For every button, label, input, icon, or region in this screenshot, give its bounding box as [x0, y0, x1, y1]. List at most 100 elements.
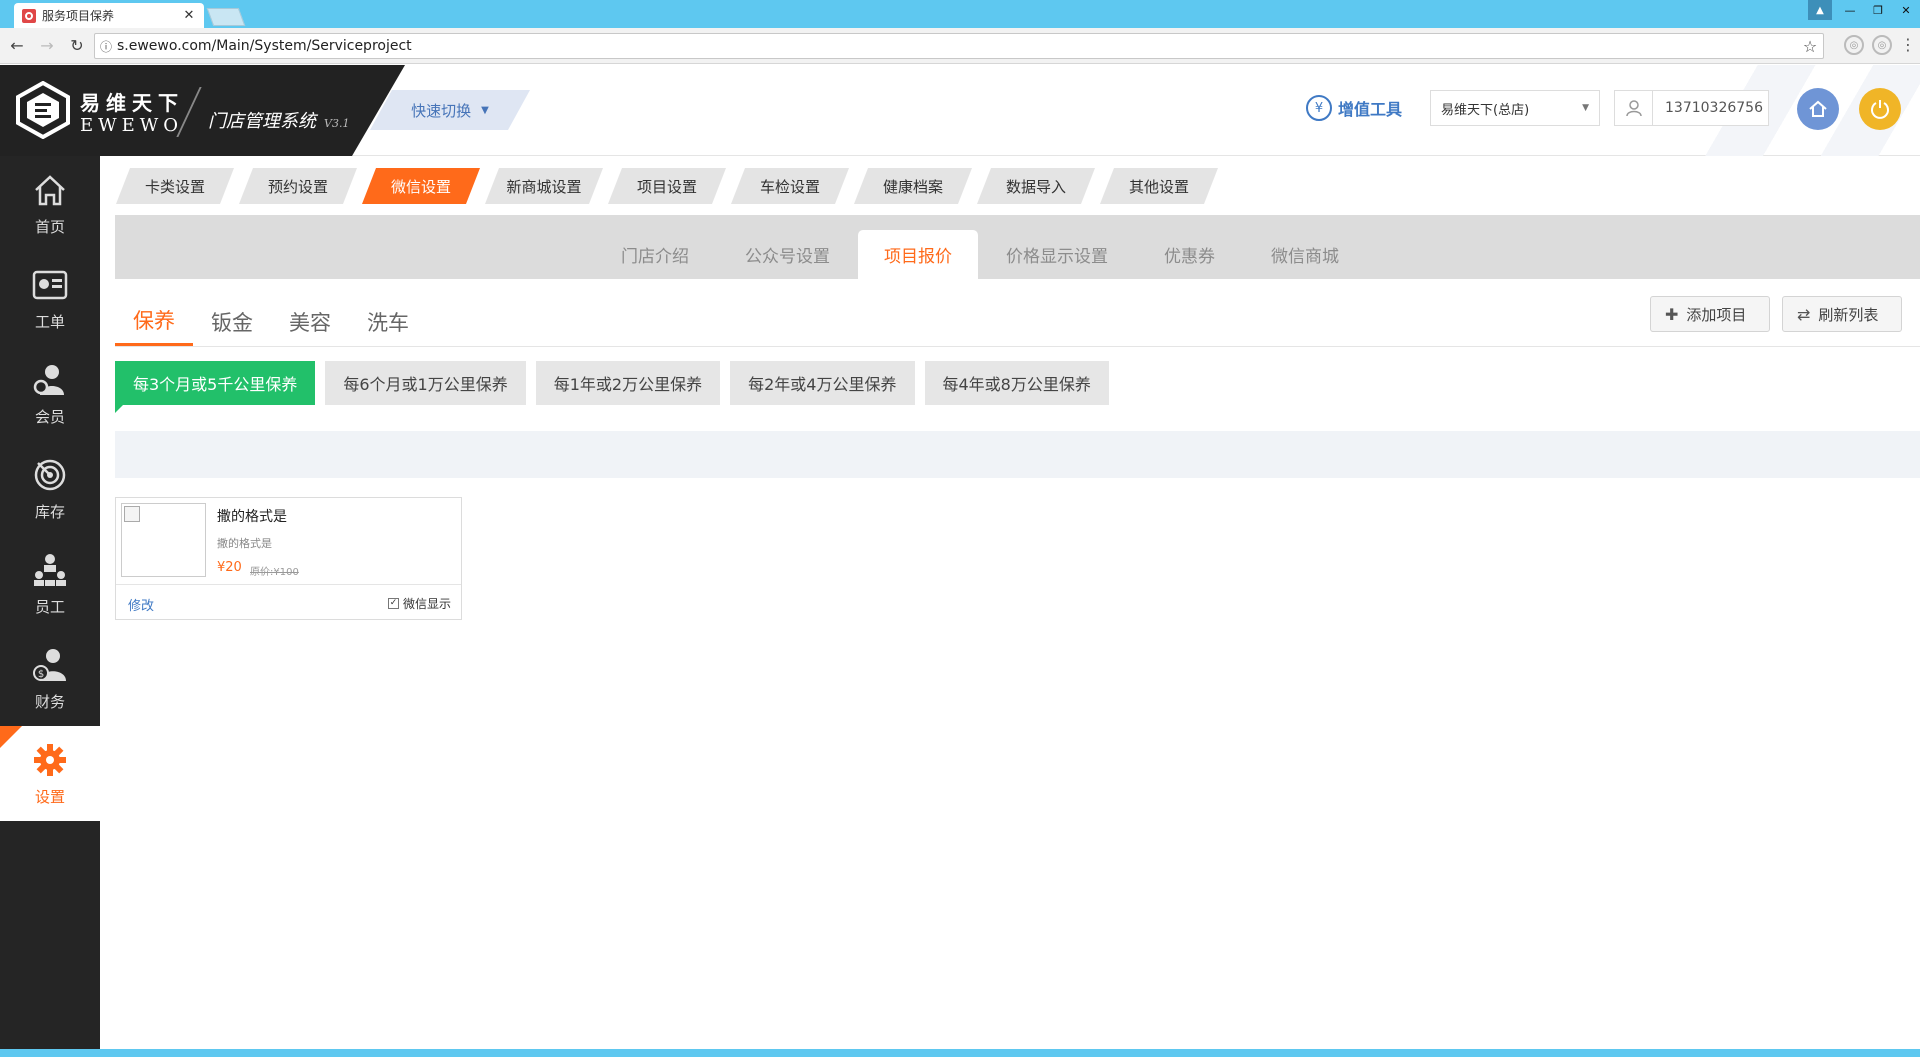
refresh-icon: ⇄: [1797, 304, 1811, 324]
interval-1-year[interactable]: 每1年或2万公里保养: [535, 361, 721, 405]
interval-filter: 每3个月或5千公里保养 每6个月或1万公里保养 每1年或2万公里保养 每2年或4…: [115, 361, 1119, 413]
home-button[interactable]: [1797, 88, 1839, 130]
tab-health-records[interactable]: 健康档案: [854, 168, 972, 204]
restore-button[interactable]: ❐: [1864, 0, 1892, 20]
new-tab-button[interactable]: [206, 8, 246, 26]
tab-inspection-settings[interactable]: 车检设置: [731, 168, 849, 204]
subnav-wechat-mall[interactable]: 微信商城: [1243, 230, 1367, 279]
tab-other-settings[interactable]: 其他设置: [1100, 168, 1218, 204]
project-title: 撒的格式是: [217, 509, 287, 525]
subnav-bar: 门店介绍 公众号设置 项目报价 价格显示设置 优惠券 微信商城: [115, 215, 1920, 279]
wechat-display-toggle[interactable]: ✓ 微信显示: [387, 595, 451, 612]
project-original-price: 原价:¥100: [250, 567, 299, 578]
category-tab-sheet-metal[interactable]: 钣金: [193, 297, 271, 347]
add-project-label: 添加项目: [1686, 305, 1747, 324]
url-input[interactable]: ⓘ s.ewewo.com/Main/System/Serviceproject…: [94, 33, 1824, 59]
tab-wechat-settings[interactable]: 微信设置: [362, 168, 480, 204]
extension-icon[interactable]: ◎: [1844, 35, 1864, 55]
sidebar-item-settings[interactable]: 设置: [0, 726, 100, 821]
os-taskbar: [0, 1049, 1920, 1057]
browser-titlebar: 服务项目保养 ✕ ▲ — ❐ ✕: [0, 0, 1920, 28]
address-bar: ← → ↻ ⓘ s.ewewo.com/Main/System/Servicep…: [0, 28, 1920, 64]
category-divider: [115, 346, 1920, 347]
minimize-button[interactable]: —: [1836, 0, 1864, 20]
filter-bar: [115, 431, 1920, 478]
plus-icon: ✚: [1665, 304, 1679, 324]
info-icon[interactable]: ⓘ: [95, 38, 117, 55]
sidebar-item-finance[interactable]: $ 财务: [0, 631, 100, 726]
browser-tab[interactable]: 服务项目保养 ✕: [14, 3, 204, 28]
project-card: 撒的格式是 撒的格式是 ¥20 原价:¥100 修改 ✓ 微信显示: [115, 497, 462, 620]
extension-icon[interactable]: ◎: [1872, 35, 1892, 55]
brand-logo: 易维天下 EWEWO 门店管理系统 V3.1: [0, 65, 405, 156]
work-order-icon: [30, 265, 70, 305]
menu-icon[interactable]: ⋮: [1900, 35, 1916, 55]
sidebar-item-label: 会员: [34, 408, 65, 426]
edit-project-link[interactable]: 修改: [128, 595, 154, 614]
power-icon: [1871, 100, 1889, 119]
window-controls: ▲ — ❐ ✕: [1808, 0, 1920, 20]
project-price: ¥20: [217, 560, 242, 575]
close-icon[interactable]: ✕: [182, 8, 196, 23]
brand-name-cn: 易维天下: [80, 91, 184, 115]
quick-switch-button[interactable]: 快速切换 ▼: [370, 90, 530, 130]
svg-text:$: $: [38, 669, 44, 680]
close-window-button[interactable]: ✕: [1892, 0, 1920, 20]
subnav-official-account[interactable]: 公众号设置: [717, 230, 858, 279]
subnav-coupons[interactable]: 优惠券: [1136, 230, 1243, 279]
profile-icon[interactable]: ▲: [1808, 0, 1832, 20]
reload-icon[interactable]: ↻: [64, 33, 90, 59]
caret-down-icon: ▼: [481, 104, 489, 116]
tab-booking-settings[interactable]: 预约设置: [239, 168, 357, 204]
sidebar-item-home[interactable]: 首页: [0, 156, 100, 251]
tab-project-settings[interactable]: 项目设置: [608, 168, 726, 204]
add-project-button[interactable]: ✚ 添加项目: [1650, 296, 1770, 332]
refresh-list-label: 刷新列表: [1818, 305, 1879, 324]
interval-6-months[interactable]: 每6个月或1万公里保养: [325, 361, 526, 405]
tab-card-settings[interactable]: 卡类设置: [116, 168, 234, 204]
sidebar-item-member[interactable]: 会员: [0, 346, 100, 441]
category-tabs: 保养 钣金 美容 洗车: [115, 297, 427, 347]
sidebar-item-label: 设置: [34, 788, 65, 806]
gear-icon: [30, 740, 70, 780]
user-account[interactable]: 13710326756: [1614, 90, 1769, 126]
version-label: V3.1: [324, 117, 350, 130]
tab-title: 服务项目保养: [42, 9, 115, 23]
project-card-footer: 修改 ✓ 微信显示: [116, 584, 461, 620]
wechat-display-label: 微信显示: [402, 597, 451, 611]
subnav-project-quote[interactable]: 项目报价: [858, 230, 978, 279]
store-select[interactable]: 易维天下(总店) ▼: [1430, 90, 1600, 126]
interval-3-months[interactable]: 每3个月或5千公里保养: [115, 361, 316, 413]
url-text[interactable]: s.ewewo.com/Main/System/Serviceproject: [117, 38, 1797, 54]
sidebar-item-label: 库存: [34, 503, 65, 521]
sidebar-item-label: 首页: [34, 218, 65, 236]
sidebar: 首页 工单 会员 库存 员工 $ 财务 设置: [0, 156, 100, 1057]
value-tools-label: 增值工具: [1338, 100, 1403, 119]
finance-icon: $: [30, 645, 70, 685]
interval-4-years[interactable]: 每4年或8万公里保养: [924, 361, 1109, 405]
subnav-store-intro[interactable]: 门店介绍: [593, 230, 717, 279]
sidebar-item-inventory[interactable]: 库存: [0, 441, 100, 536]
inventory-icon: [30, 455, 70, 495]
category-tab-maintenance[interactable]: 保养: [115, 297, 193, 347]
refresh-list-button[interactable]: ⇄ 刷新列表: [1782, 296, 1902, 332]
app-header: 易维天下 EWEWO 门店管理系统 V3.1 快速切换 ▼ ¥ 增值工具 易维天…: [0, 65, 1920, 156]
quick-switch-label: 快速切换: [411, 101, 472, 120]
subnav-items: 门店介绍 公众号设置 项目报价 价格显示设置 优惠券 微信商城: [593, 230, 1367, 279]
subnav-price-display[interactable]: 价格显示设置: [978, 230, 1136, 279]
logout-button[interactable]: [1859, 88, 1901, 130]
sidebar-item-work-order[interactable]: 工单: [0, 251, 100, 346]
interval-2-years[interactable]: 每2年或4万公里保养: [730, 361, 915, 405]
tab-new-mall-settings[interactable]: 新商城设置: [485, 168, 603, 204]
value-tools-link[interactable]: ¥ 增值工具: [1306, 95, 1402, 121]
category-tab-car-wash[interactable]: 洗车: [349, 297, 427, 347]
category-tab-beauty[interactable]: 美容: [271, 297, 349, 347]
back-icon[interactable]: ←: [4, 33, 30, 59]
system-name: 门店管理系统: [208, 111, 316, 132]
bookmark-star-icon[interactable]: ☆: [1797, 37, 1823, 56]
forward-icon[interactable]: →: [34, 33, 60, 59]
tab-data-import[interactable]: 数据导入: [977, 168, 1095, 204]
wechat-display-checkbox[interactable]: ✓: [387, 598, 399, 609]
user-icon: [1615, 91, 1653, 125]
sidebar-item-staff[interactable]: 员工: [0, 536, 100, 631]
